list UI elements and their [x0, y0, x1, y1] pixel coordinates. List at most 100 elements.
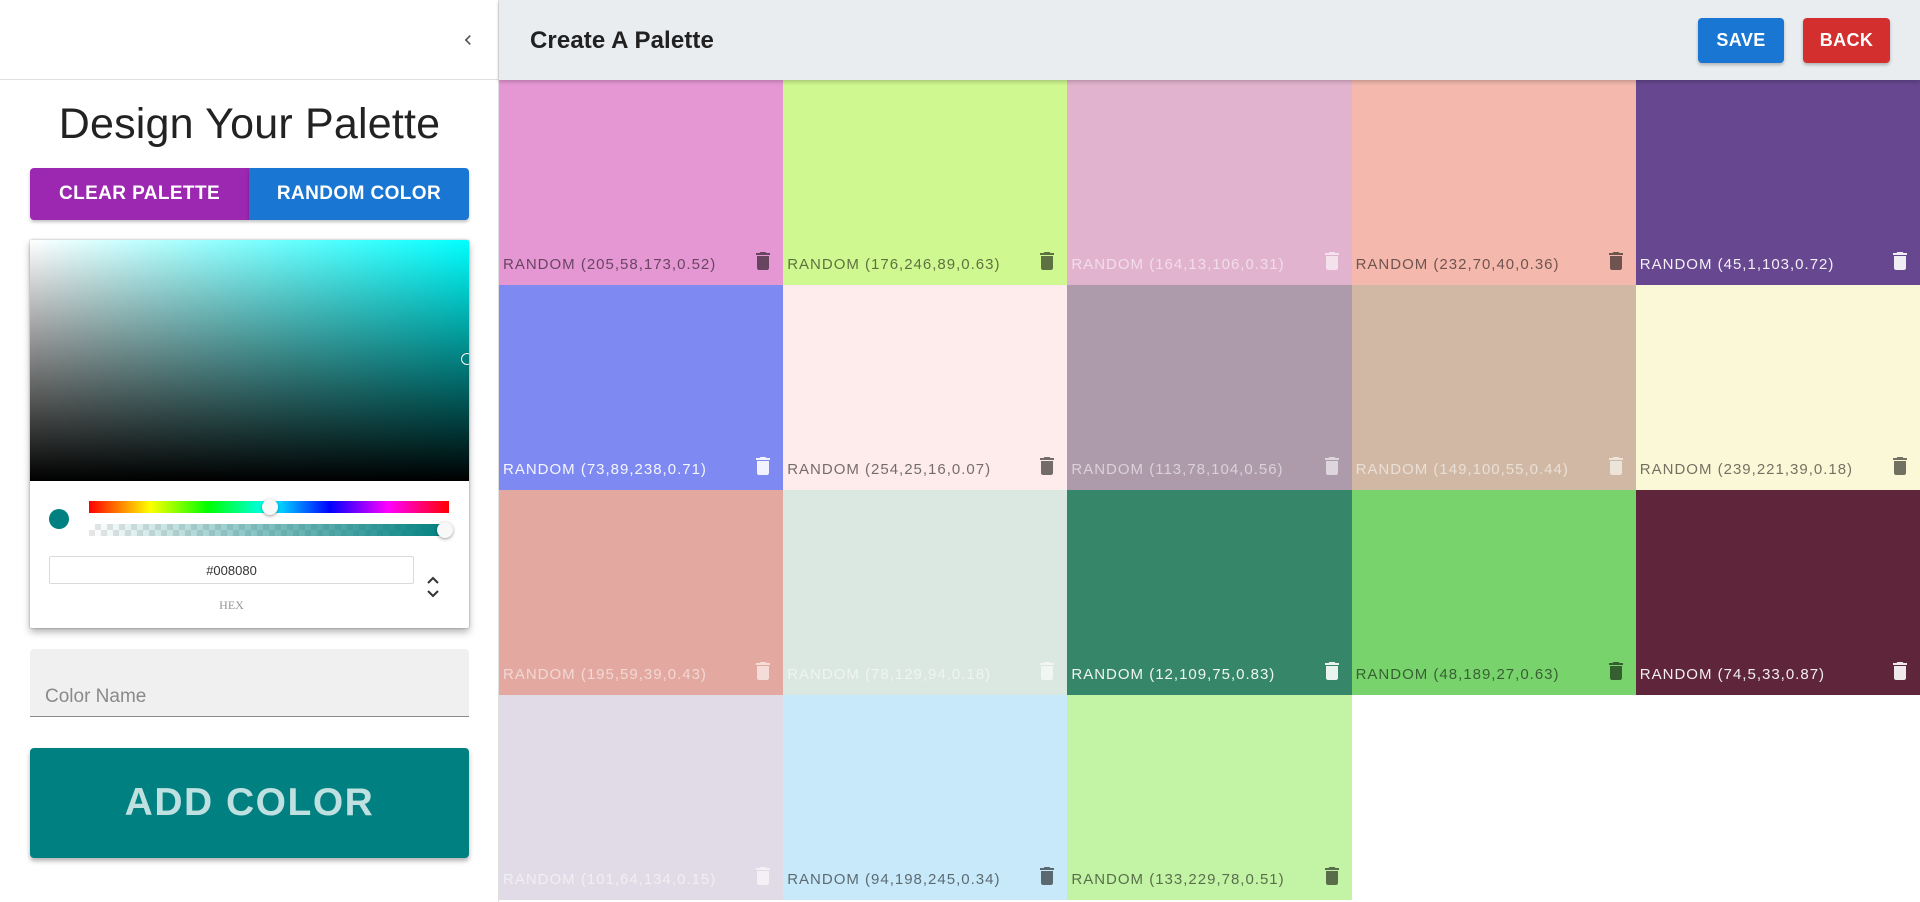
color-box-name: RANDOM (164,13,106,0.31)	[1071, 256, 1285, 273]
color-name-field	[30, 649, 469, 717]
color-box-name: RANDOM (176,246,89,0.63)	[787, 256, 1001, 273]
hue-slider-handle[interactable]	[262, 499, 278, 515]
random-color-button[interactable]: RANDOM COLOR	[249, 168, 469, 220]
saturation-area[interactable]	[30, 240, 469, 481]
back-button[interactable]: BACK	[1803, 18, 1890, 63]
color-box[interactable]: RANDOM (254,25,16,0.07)	[783, 285, 1068, 490]
color-box[interactable]: RANDOM (101,64,134,0.15)	[499, 695, 784, 900]
color-box[interactable]: RANDOM (113,78,104,0.56)	[1067, 285, 1352, 490]
delete-icon[interactable]	[751, 249, 775, 273]
color-box-name: RANDOM (133,229,78,0.51)	[1071, 871, 1285, 888]
color-box[interactable]: RANDOM (74,5,33,0.87)	[1635, 490, 1920, 695]
color-box-content: RANDOM (78,129,94,0.18)	[787, 659, 1059, 683]
delete-icon[interactable]	[1035, 659, 1059, 683]
drawer-header	[0, 0, 498, 80]
color-box-name: RANDOM (45,1,103,0.72)	[1639, 256, 1835, 273]
color-box-name: RANDOM (239,221,39,0.18)	[1639, 461, 1854, 478]
delete-icon[interactable]	[1888, 659, 1912, 683]
clear-palette-button[interactable]: CLEAR PALETTE	[30, 168, 249, 220]
color-box[interactable]: RANDOM (48,189,27,0.63)	[1351, 490, 1636, 695]
color-box[interactable]: RANDOM (45,1,103,0.72)	[1635, 80, 1920, 285]
hex-input[interactable]	[49, 556, 414, 584]
color-box-name: RANDOM (74,5,33,0.87)	[1639, 666, 1826, 683]
delete-icon[interactable]	[1604, 249, 1628, 273]
color-box-name: RANDOM (94,198,245,0.34)	[787, 871, 1001, 888]
save-button[interactable]: SAVE	[1698, 18, 1784, 63]
color-box-name: RANDOM (149,100,55,0.44)	[1355, 461, 1569, 478]
color-box[interactable]: RANDOM (149,100,55,0.44)	[1351, 285, 1636, 490]
delete-icon[interactable]	[1035, 249, 1059, 273]
add-color-button[interactable]: ADD COLOR	[30, 748, 469, 858]
color-box-content: RANDOM (101,64,134,0.15)	[503, 864, 775, 888]
page-title: Create A Palette	[530, 27, 714, 54]
color-box-name: RANDOM (101,64,134,0.15)	[503, 871, 717, 888]
color-box-name: RANDOM (113,78,104,0.56)	[1071, 461, 1284, 478]
delete-icon[interactable]	[1035, 454, 1059, 478]
alpha-slider-handle[interactable]	[437, 522, 453, 538]
color-box-name: RANDOM (205,58,173,0.52)	[503, 256, 717, 273]
color-box[interactable]: RANDOM (73,89,238,0.71)	[499, 285, 784, 490]
delete-icon[interactable]	[1320, 659, 1344, 683]
color-box-content: RANDOM (133,229,78,0.51)	[1071, 864, 1343, 888]
delete-icon[interactable]	[1604, 454, 1628, 478]
color-box-content: RANDOM (195,59,39,0.43)	[503, 659, 775, 683]
palette-drawer: Design Your Palette CLEAR PALETTE RANDOM…	[0, 0, 499, 902]
color-box-content: RANDOM (45,1,103,0.72)	[1640, 249, 1912, 273]
color-box-name: RANDOM (254,25,16,0.07)	[787, 461, 992, 478]
color-box-name: RANDOM (232,70,40,0.36)	[1355, 256, 1560, 273]
color-box-name: RANDOM (48,189,27,0.63)	[1355, 666, 1560, 683]
saturation-handle[interactable]	[461, 353, 469, 365]
delete-icon[interactable]	[1320, 864, 1344, 888]
chevron-left-icon	[464, 35, 471, 45]
drawer-title: Design Your Palette	[58, 100, 441, 148]
delete-icon[interactable]	[751, 864, 775, 888]
color-box-content: RANDOM (176,246,89,0.63)	[787, 249, 1059, 273]
delete-icon[interactable]	[751, 659, 775, 683]
color-box[interactable]: RANDOM (12,109,75,0.83)	[1067, 490, 1352, 695]
hex-mode-label: HEX	[219, 598, 244, 612]
color-box-content: RANDOM (254,25,16,0.07)	[787, 454, 1059, 478]
color-box[interactable]: RANDOM (176,246,89,0.63)	[783, 80, 1068, 285]
app-bar: Create A Palette SAVE BACK	[499, 0, 1920, 80]
alpha-slider[interactable]	[89, 524, 449, 536]
color-box-content: RANDOM (12,109,75,0.83)	[1071, 659, 1343, 683]
color-box-name: RANDOM (73,89,238,0.71)	[503, 461, 707, 478]
delete-icon[interactable]	[1320, 454, 1344, 478]
color-box[interactable]: RANDOM (78,129,94,0.18)	[783, 490, 1068, 695]
delete-icon[interactable]	[1320, 249, 1344, 273]
color-mode-toggle[interactable]	[423, 572, 443, 602]
unfold-icon	[427, 576, 439, 598]
color-box[interactable]: RANDOM (205,58,173,0.52)	[499, 80, 784, 285]
color-box-content: RANDOM (94,198,245,0.34)	[787, 864, 1059, 888]
color-box-name: RANDOM (195,59,39,0.43)	[503, 666, 707, 683]
palette-grid: RANDOM (205,58,173,0.52) RANDOM (176,246…	[499, 80, 1920, 902]
color-box-content: RANDOM (73,89,238,0.71)	[503, 454, 775, 478]
delete-icon[interactable]	[1035, 864, 1059, 888]
color-box-content: RANDOM (74,5,33,0.87)	[1640, 659, 1912, 683]
color-box-content: RANDOM (239,221,39,0.18)	[1640, 454, 1912, 478]
color-preview-swatch	[49, 509, 69, 529]
color-box-content: RANDOM (113,78,104,0.56)	[1071, 454, 1343, 478]
app-root: Design Your Palette CLEAR PALETTE RANDOM…	[0, 0, 1920, 902]
color-picker: HEX	[30, 240, 469, 628]
color-box-name: RANDOM (12,109,75,0.83)	[1071, 666, 1276, 683]
color-box-content: RANDOM (164,13,106,0.31)	[1071, 249, 1343, 273]
color-box-content: RANDOM (149,100,55,0.44)	[1356, 454, 1628, 478]
color-box[interactable]: RANDOM (133,229,78,0.51)	[1067, 695, 1352, 900]
drawer-button-row: CLEAR PALETTE RANDOM COLOR	[30, 168, 469, 220]
color-name-input[interactable]	[30, 649, 469, 716]
drawer-close-button[interactable]	[450, 22, 486, 58]
color-box[interactable]: RANDOM (94,198,245,0.34)	[783, 695, 1068, 900]
color-box-content: RANDOM (232,70,40,0.36)	[1356, 249, 1628, 273]
delete-icon[interactable]	[1888, 249, 1912, 273]
color-box[interactable]: RANDOM (164,13,106,0.31)	[1067, 80, 1352, 285]
color-box[interactable]: RANDOM (239,221,39,0.18)	[1635, 285, 1920, 490]
delete-icon[interactable]	[1888, 454, 1912, 478]
delete-icon[interactable]	[751, 454, 775, 478]
delete-icon[interactable]	[1604, 659, 1628, 683]
color-box-content: RANDOM (48,189,27,0.63)	[1356, 659, 1628, 683]
color-box-content: RANDOM (205,58,173,0.52)	[503, 249, 775, 273]
color-box-name: RANDOM (78,129,94,0.18)	[787, 666, 992, 683]
color-box[interactable]: RANDOM (232,70,40,0.36)	[1351, 80, 1636, 285]
color-box[interactable]: RANDOM (195,59,39,0.43)	[499, 490, 784, 695]
